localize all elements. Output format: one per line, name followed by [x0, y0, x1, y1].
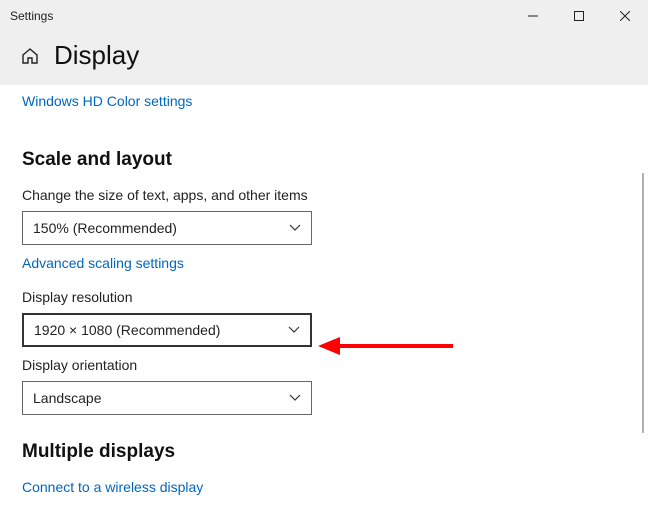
orientation-dropdown[interactable]: Landscape — [22, 381, 312, 415]
home-icon[interactable] — [20, 46, 40, 66]
minimize-button[interactable] — [510, 0, 556, 32]
chevron-down-icon — [288, 326, 300, 334]
maximize-button[interactable] — [556, 0, 602, 32]
wireless-display-link[interactable]: Connect to a wireless display — [22, 479, 203, 495]
scrollbar[interactable] — [642, 173, 644, 433]
section-multiple-displays: Multiple displays — [22, 441, 626, 463]
resolution-value: 1920 × 1080 (Recommended) — [34, 322, 220, 338]
orientation-label: Display orientation — [22, 357, 626, 373]
advanced-scaling-link[interactable]: Advanced scaling settings — [22, 255, 184, 271]
scale-value: 150% (Recommended) — [33, 220, 177, 236]
window-controls — [510, 0, 648, 32]
resolution-label: Display resolution — [22, 289, 626, 305]
resolution-dropdown[interactable]: 1920 × 1080 (Recommended) — [22, 313, 312, 347]
section-scale-layout: Scale and layout — [22, 149, 626, 171]
titlebar: Settings — [0, 0, 648, 32]
window-title: Settings — [10, 9, 53, 23]
scale-dropdown[interactable]: 150% (Recommended) — [22, 211, 312, 245]
page-title: Display — [54, 40, 139, 71]
chevron-down-icon — [289, 394, 301, 402]
page-header: Display — [0, 32, 648, 85]
chevron-down-icon — [289, 224, 301, 232]
orientation-value: Landscape — [33, 390, 102, 406]
scale-label: Change the size of text, apps, and other… — [22, 187, 626, 203]
hd-color-link[interactable]: Windows HD Color settings — [22, 93, 192, 109]
close-button[interactable] — [602, 0, 648, 32]
content-area: Windows HD Color settings Scale and layo… — [0, 85, 648, 513]
